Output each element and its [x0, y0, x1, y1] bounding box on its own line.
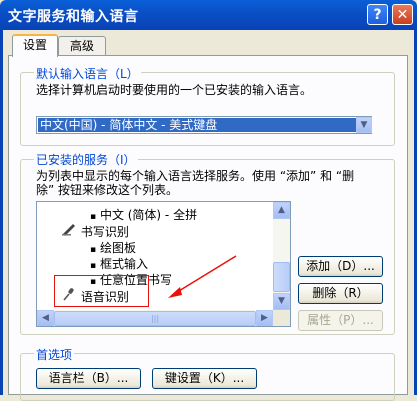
properties-button[interactable]: 属性（P）...: [298, 310, 383, 331]
list-item-label: 书写识别: [80, 225, 129, 239]
window-title: 文字服务和输入语言: [8, 9, 139, 25]
default-language-group-label: 默认输入语言（L）: [34, 65, 141, 82]
scroll-right-icon[interactable]: ▶: [256, 310, 273, 326]
list-item-label: 框式输入: [99, 257, 148, 271]
list-item-label: 绘图板: [99, 241, 136, 255]
annotation-arrow: [168, 255, 237, 298]
bullet-icon: ▪: [90, 212, 97, 222]
horizontal-scrollbar[interactable]: ◀ ||| ▶: [37, 310, 273, 326]
chevron-down-icon[interactable]: ▼: [356, 117, 372, 133]
list-item[interactable]: 书写识别: [61, 222, 129, 240]
annotation-highlight-box: [54, 275, 149, 307]
scroll-up-icon[interactable]: ▲: [273, 202, 290, 219]
scrollbar-corner: [273, 310, 290, 326]
horizontal-scroll-thumb[interactable]: |||: [54, 311, 256, 326]
language-bar-button[interactable]: 语言栏（B）...: [36, 368, 141, 389]
scroll-left-icon[interactable]: ◀: [37, 310, 54, 326]
tab-advanced[interactable]: 高级: [58, 36, 106, 55]
bullet-icon: ▪: [90, 245, 97, 255]
list-item[interactable]: ▪ 中文 (简体) - 全拼: [90, 206, 197, 223]
remove-button[interactable]: 删除（R）: [298, 283, 383, 304]
preferences-group-label: 首选项: [34, 346, 75, 363]
list-item-label: 中文 (简体) - 全拼: [99, 208, 198, 222]
vertical-scroll-thumb[interactable]: [273, 262, 290, 292]
vertical-scrollbar[interactable]: ▲ ▼: [273, 202, 290, 310]
installed-services-group-label: 已安装的服务（I）: [34, 151, 138, 168]
tab-settings[interactable]: 设置: [12, 34, 58, 57]
window-frame-left: [0, 30, 3, 395]
help-button[interactable]: ?: [367, 4, 388, 25]
default-language-selected-value: 中文(中国) - 简体中文 - 美式键盘: [38, 118, 356, 132]
list-item[interactable]: ▪ 框式输入: [90, 255, 148, 272]
key-settings-button[interactable]: 键设置（K）...: [152, 368, 257, 389]
scroll-down-icon[interactable]: ▼: [273, 293, 290, 310]
pen-icon: [61, 222, 77, 239]
add-button[interactable]: 添加（D）...: [298, 256, 383, 277]
list-item[interactable]: ▪ 绘图板: [90, 239, 136, 256]
bullet-icon: ▪: [90, 261, 97, 271]
default-language-description: 选择计算机启动时要使用的一个已安装的输入语言。: [36, 83, 313, 97]
close-button[interactable]: ✕: [392, 4, 413, 25]
installed-services-description-line2: 除” 按钮来修改这个列表。: [36, 183, 179, 197]
default-language-select[interactable]: 中文(中国) - 简体中文 - 美式键盘 ▼: [36, 116, 372, 134]
